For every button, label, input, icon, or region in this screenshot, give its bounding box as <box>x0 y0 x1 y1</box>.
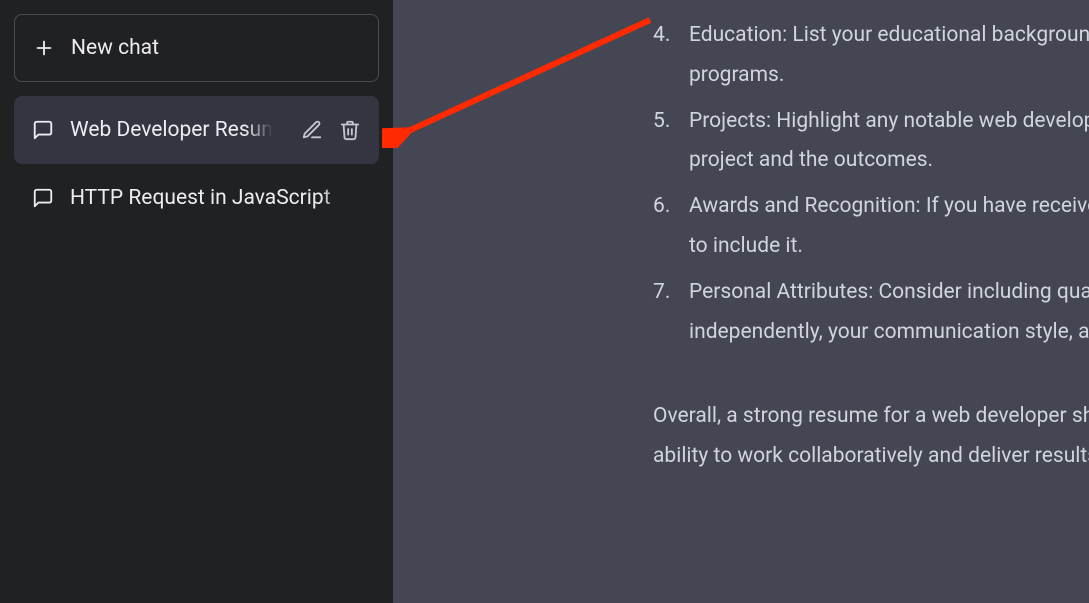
chat-item-label: Web Developer Resume Tips <box>70 118 285 142</box>
trash-icon[interactable] <box>339 119 361 141</box>
chat-item[interactable]: HTTP Request in JavaScript <box>14 164 379 232</box>
chat-item-label: HTTP Request in JavaScript <box>70 186 361 210</box>
new-chat-label: New chat <box>71 36 159 60</box>
sidebar: New chat Web Developer Resume Tips HTTP … <box>0 0 393 603</box>
main-content: Work Experience: Provide a detailed acco… <box>393 0 1089 603</box>
resume-list: Work Experience: Provide a detailed acco… <box>653 0 1089 353</box>
chat-item-actions <box>301 119 361 141</box>
chat-icon <box>32 119 54 141</box>
list-item: Awards and Recognition: If you have rece… <box>653 187 1089 267</box>
edit-icon[interactable] <box>301 119 323 141</box>
content-body: Work Experience: Provide a detailed acco… <box>653 0 1089 477</box>
list-item: Education: List your educational backgro… <box>653 16 1089 96</box>
chat-icon <box>32 187 54 209</box>
summary-paragraph: Overall, a strong resume for a web devel… <box>653 397 1089 477</box>
new-chat-button[interactable]: New chat <box>14 14 379 82</box>
plus-icon <box>33 37 55 59</box>
chat-item-active[interactable]: Web Developer Resume Tips <box>14 96 379 164</box>
list-item: Personal Attributes: Consider including … <box>653 273 1089 353</box>
list-item: Work Experience: Provide a detailed acco… <box>653 0 1089 10</box>
list-item: Projects: Highlight any notable web deve… <box>653 102 1089 182</box>
